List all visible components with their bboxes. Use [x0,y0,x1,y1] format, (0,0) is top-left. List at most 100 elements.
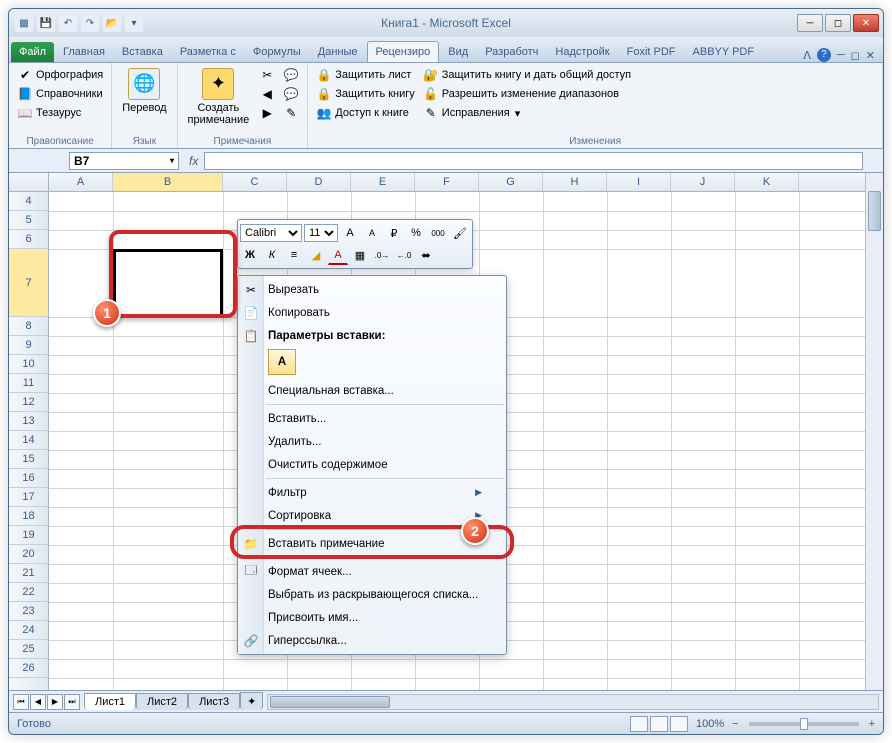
format-painter-icon[interactable]: 🖌 [450,223,470,243]
delete-comment-button[interactable]: ✂ [257,66,277,84]
row-header-20[interactable]: 20 [9,545,48,564]
prev-comment-button[interactable]: ◀ [257,85,277,103]
col-header-G[interactable]: G [479,173,543,191]
tab-abbyy[interactable]: ABBYY PDF [685,42,763,62]
sheet-next-button[interactable]: ▶ [47,694,63,710]
ctx-filter[interactable]: Фильтр▶ [238,481,506,504]
ribbon-minimize-icon[interactable]: ᐱ [803,49,811,62]
inc-decimal-icon[interactable]: .0→ [372,245,392,265]
col-header-B[interactable]: B [113,173,223,191]
selected-cell[interactable] [113,249,223,317]
share-book-button[interactable]: 👥Доступ к книге [314,104,417,122]
view-layout-button[interactable] [650,716,668,732]
accounting-icon[interactable]: ₽ [384,223,404,243]
sheet-tab-3[interactable]: Лист3 [188,693,240,710]
tab-review[interactable]: Рецензиро [367,41,440,62]
tab-file[interactable]: Файл [11,42,54,62]
sheet-tab-1[interactable]: Лист1 [84,693,136,710]
row-header-11[interactable]: 11 [9,374,48,393]
ctx-hyperlink[interactable]: 🔗Гиперссылка... [238,629,506,652]
zoom-level[interactable]: 100% [696,718,724,730]
row-header-16[interactable]: 16 [9,469,48,488]
doc-minimize-icon[interactable]: ─ [837,49,845,61]
doc-close-icon[interactable]: ✕ [866,49,875,62]
doc-restore-icon[interactable]: ◻ [851,49,860,62]
comma-icon[interactable]: 000 [428,223,448,243]
grow-font-icon[interactable]: A [340,223,360,243]
sheet-last-button[interactable]: ⏭ [64,694,80,710]
research-button[interactable]: 📘Справочники [15,85,105,103]
ctx-paste-special[interactable]: Специальная вставка... [238,379,506,402]
show-ink-button[interactable]: ✎ [281,104,301,122]
italic-icon[interactable]: К [262,245,282,265]
name-box[interactable]: B7▾ [69,152,179,170]
sheet-first-button[interactable]: ⏮ [13,694,29,710]
maximize-button[interactable]: ◻ [825,14,851,32]
row-header-4[interactable]: 4 [9,192,48,211]
qat-more-icon[interactable]: ▾ [125,14,143,32]
spelling-button[interactable]: ✔Орфография [15,66,105,84]
row-header-22[interactable]: 22 [9,583,48,602]
row-header-18[interactable]: 18 [9,507,48,526]
col-header-K[interactable]: K [735,173,799,191]
select-all-corner[interactable] [9,173,49,192]
ctx-dropdown[interactable]: Выбрать из раскрывающегося списка... [238,583,506,606]
row-header-14[interactable]: 14 [9,431,48,450]
formula-input[interactable] [204,152,863,170]
col-header-J[interactable]: J [671,173,735,191]
row-header-10[interactable]: 10 [9,355,48,374]
fill-color-icon[interactable]: ◢ [306,245,326,265]
col-header-D[interactable]: D [287,173,351,191]
redo-icon[interactable]: ↷ [81,14,99,32]
track-changes-button[interactable]: ✎Исправления▾ [421,104,633,122]
row-header-26[interactable]: 26 [9,659,48,678]
show-all-button[interactable]: 💬 [281,85,301,103]
open-icon[interactable]: 📂 [103,14,121,32]
ctx-clear[interactable]: Очистить содержимое [238,453,506,476]
show-comment-button[interactable]: 💬 [281,66,301,84]
thesaurus-button[interactable]: 📖Тезаурус [15,104,105,122]
row-header-6[interactable]: 6 [9,230,48,249]
fx-icon[interactable]: fx [183,154,204,168]
protect-share-button[interactable]: 🔐Защитить книгу и дать общий доступ [421,66,633,84]
merge-icon[interactable]: ⬌ [416,245,436,265]
zoom-in-button[interactable]: + [869,718,875,730]
row-header-24[interactable]: 24 [9,621,48,640]
tab-addins[interactable]: Надстройк [547,42,617,62]
minimize-button[interactable]: ─ [797,14,823,32]
close-button[interactable]: ✕ [853,14,879,32]
ctx-define-name[interactable]: Присвоить имя... [238,606,506,629]
size-select[interactable]: 11 [304,224,338,242]
excel-icon[interactable]: ▩ [15,14,33,32]
shrink-font-icon[interactable]: A [362,223,382,243]
row-header-17[interactable]: 17 [9,488,48,507]
ctx-format-cells[interactable]: 🗔Формат ячеек... [238,560,506,583]
view-normal-button[interactable] [630,716,648,732]
save-icon[interactable]: 💾 [37,14,55,32]
zoom-knob[interactable] [800,718,808,730]
row-header-23[interactable]: 23 [9,602,48,621]
tab-home[interactable]: Главная [55,42,113,62]
dec-decimal-icon[interactable]: ←.0 [394,245,414,265]
bold-icon[interactable]: Ж [240,245,260,265]
row-header-21[interactable]: 21 [9,564,48,583]
col-header-F[interactable]: F [415,173,479,191]
new-comment-button[interactable]: ✦ Создать примечание [184,66,254,135]
tab-developer[interactable]: Разработч [477,42,546,62]
undo-icon[interactable]: ↶ [59,14,77,32]
zoom-out-button[interactable]: − [732,718,738,730]
ctx-cut[interactable]: ✂Вырезать [238,278,506,301]
zoom-slider[interactable] [749,722,859,726]
row-header-7[interactable]: 7 [9,249,48,317]
ctx-copy[interactable]: 📄Копировать [238,301,506,324]
row-header-12[interactable]: 12 [9,393,48,412]
protect-sheet-button[interactable]: 🔒Защитить лист [314,66,417,84]
paste-values-button[interactable]: A [268,349,296,375]
help-icon[interactable]: ? [817,48,831,62]
tab-foxit[interactable]: Foxit PDF [619,42,684,62]
percent-icon[interactable]: % [406,223,426,243]
row-header-13[interactable]: 13 [9,412,48,431]
col-header-E[interactable]: E [351,173,415,191]
scroll-thumb[interactable] [868,191,881,231]
sheet-tab-2[interactable]: Лист2 [136,693,188,710]
